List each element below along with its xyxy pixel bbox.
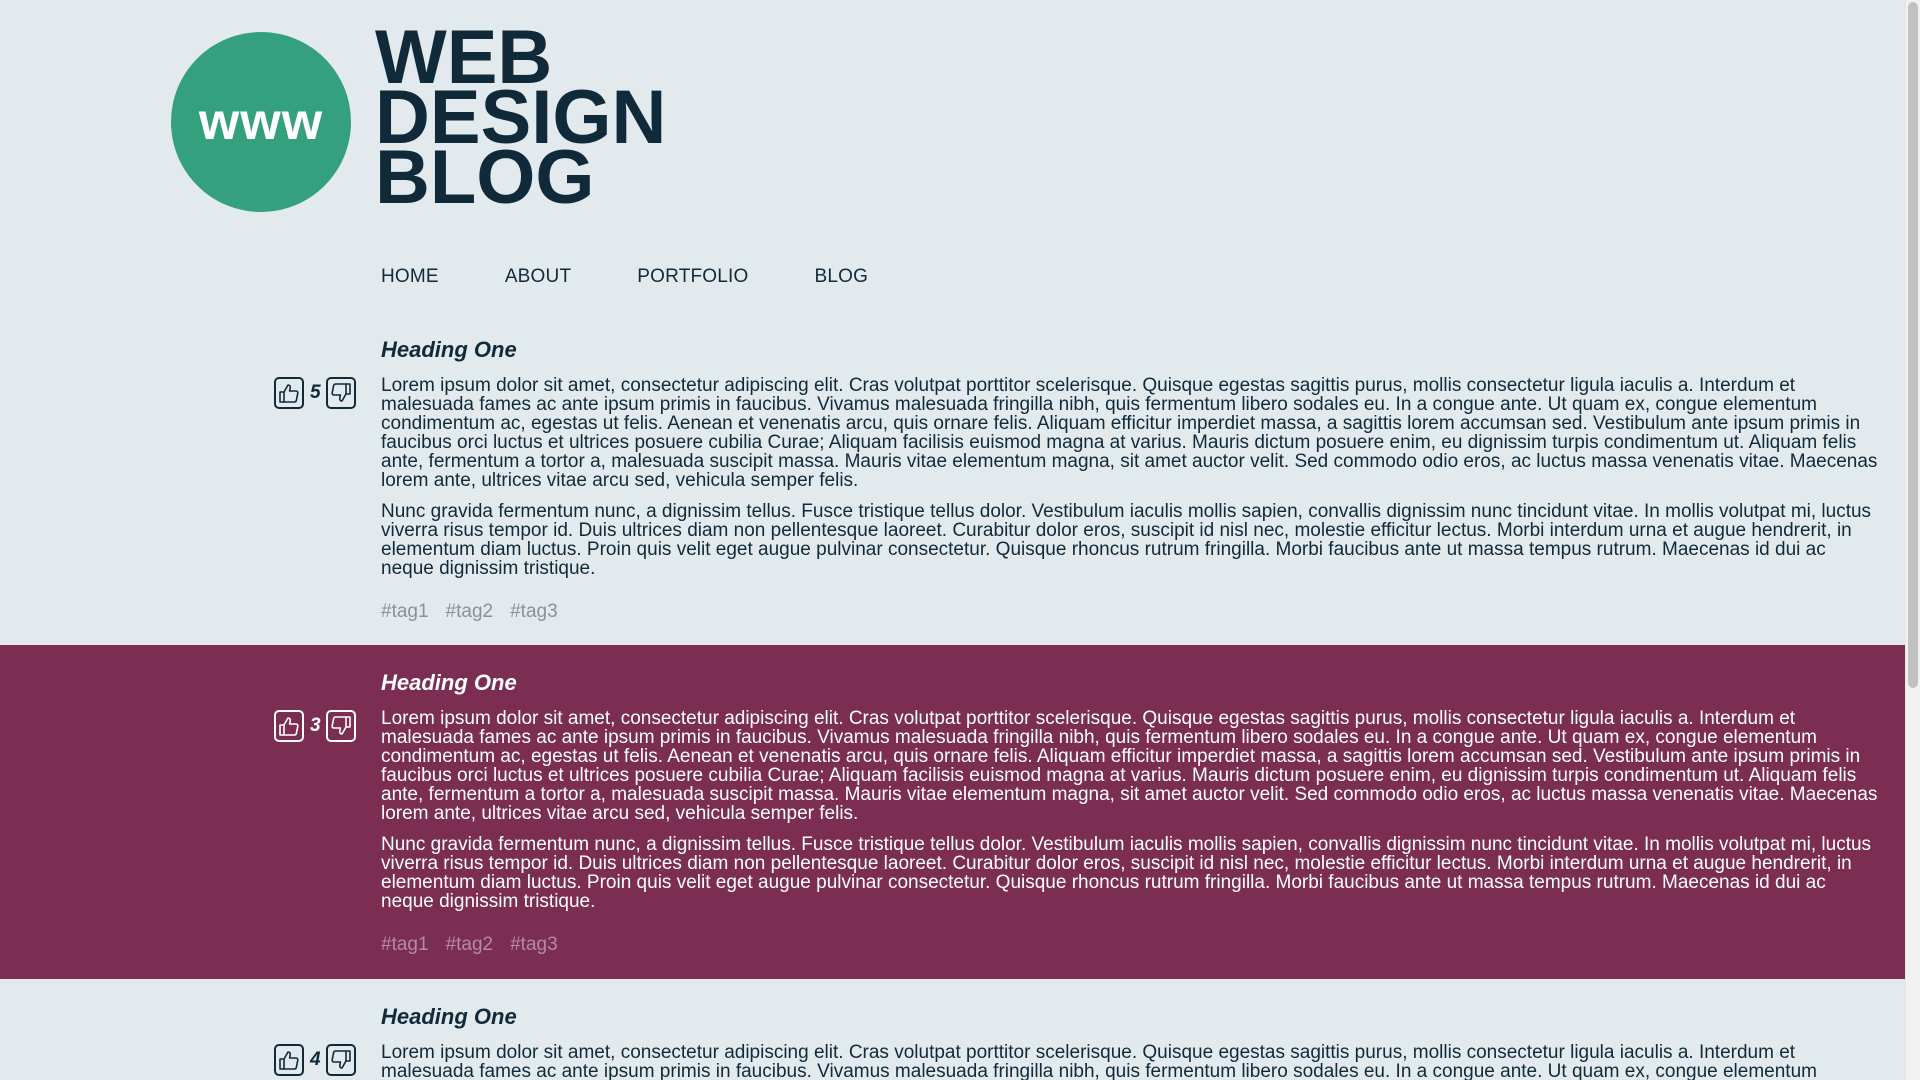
vote-count: 3 bbox=[310, 715, 321, 736]
blog-post: Heading One 3 Lorem ipsum dolor sit amet… bbox=[0, 645, 1905, 979]
thumbs-up-icon bbox=[279, 1051, 299, 1070]
post-paragraph: Nunc gravida fermentum nunc, a dignissim… bbox=[381, 501, 1872, 579]
page: www WEB DESIGN BLOG HOME ABOUT PORTFOLIO… bbox=[0, 0, 1920, 1080]
tag-link[interactable]: #tag1 bbox=[381, 601, 429, 623]
post-heading: Heading One bbox=[381, 337, 517, 362]
vote-controls: 5 bbox=[274, 377, 356, 409]
thumbs-up-button[interactable] bbox=[274, 1044, 304, 1076]
blog-post: Heading One 5 Lorem ipsum dolor sit amet… bbox=[0, 316, 1905, 645]
post-body: Lorem ipsum dolor sit amet, consectetur … bbox=[381, 1043, 1881, 1080]
post-paragraph: Lorem ipsum dolor sit amet, consectetur … bbox=[381, 708, 1878, 824]
thumbs-down-icon bbox=[330, 716, 351, 735]
post-tags: #tag1 #tag2 #tag3 bbox=[381, 601, 575, 623]
vote-controls: 3 bbox=[274, 710, 356, 742]
thumbs-up-button[interactable] bbox=[274, 710, 304, 742]
post-paragraph: Nunc gravida fermentum nunc, a dignissim… bbox=[381, 834, 1872, 912]
thumbs-down-button[interactable] bbox=[325, 710, 356, 742]
post-heading: Heading One bbox=[381, 1004, 517, 1029]
main-nav: HOME ABOUT PORTFOLIO BLOG bbox=[381, 266, 934, 288]
thumbs-up-icon bbox=[279, 384, 299, 403]
nav-portfolio[interactable]: PORTFOLIO bbox=[637, 266, 748, 288]
vote-count: 5 bbox=[310, 382, 321, 403]
thumbs-down-button[interactable] bbox=[325, 377, 356, 409]
post-paragraph: Lorem ipsum dolor sit amet, consectetur … bbox=[381, 375, 1878, 491]
post-body: Lorem ipsum dolor sit amet, consectetur … bbox=[381, 709, 1881, 923]
tag-link[interactable]: #tag2 bbox=[446, 601, 494, 623]
post-paragraph: Lorem ipsum dolor sit amet, consectetur … bbox=[381, 1042, 1817, 1080]
site-title: WEB DESIGN BLOG bbox=[375, 20, 666, 216]
scrollbar[interactable] bbox=[1905, 0, 1920, 1080]
tag-link[interactable]: #tag1 bbox=[381, 934, 429, 956]
thumbs-down-icon bbox=[330, 1050, 351, 1069]
thumbs-down-button[interactable] bbox=[325, 1044, 356, 1076]
nav-about[interactable]: ABOUT bbox=[505, 266, 571, 288]
tag-link[interactable]: #tag3 bbox=[510, 601, 558, 623]
vote-count: 4 bbox=[310, 1049, 321, 1070]
post-body: Lorem ipsum dolor sit amet, consectetur … bbox=[381, 376, 1881, 590]
blog-post: Heading One 4 Lorem ipsum dolor sit amet… bbox=[0, 979, 1905, 1080]
logo-text: www bbox=[198, 93, 324, 151]
nav-blog[interactable]: BLOG bbox=[815, 266, 869, 288]
post-heading: Heading One bbox=[381, 670, 517, 695]
thumbs-up-icon bbox=[279, 717, 299, 736]
post-tags: #tag1 #tag2 #tag3 bbox=[381, 934, 575, 956]
thumbs-down-icon bbox=[330, 383, 351, 402]
scrollbar-thumb[interactable] bbox=[1908, 2, 1918, 688]
thumbs-up-button[interactable] bbox=[274, 377, 304, 409]
nav-home[interactable]: HOME bbox=[381, 266, 439, 288]
site-header: www WEB DESIGN BLOG bbox=[171, 20, 731, 216]
vote-controls: 4 bbox=[274, 1044, 356, 1076]
logo[interactable]: www bbox=[171, 32, 351, 212]
tag-link[interactable]: #tag3 bbox=[510, 934, 558, 956]
tag-link[interactable]: #tag2 bbox=[446, 934, 494, 956]
